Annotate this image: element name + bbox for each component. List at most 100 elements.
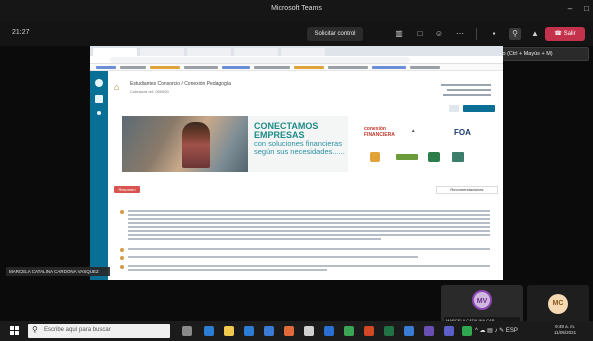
window-title: Microsoft Teams: [271, 5, 322, 12]
paragraph-block: [128, 265, 490, 273]
maximize-button[interactable]: □: [584, 4, 589, 13]
window-controls: – □: [568, 4, 589, 13]
bookmark: [184, 66, 218, 69]
paragraph-block: [128, 256, 490, 260]
app-icon[interactable]: [304, 326, 314, 336]
text-line: [128, 256, 418, 258]
recommendations-tab[interactable]: Recomendaciones: [436, 186, 498, 194]
browser-tab: [187, 48, 231, 56]
shared-screen: ⌂ Estudiantes Consorcio / Conexión Pedag…: [90, 46, 503, 280]
bullet-icon: [120, 265, 124, 269]
reactions-icon[interactable]: ☺: [433, 28, 445, 40]
paragraph-block: [128, 248, 490, 252]
system-clock[interactable]: 9:49 a. m. 11/05/2021: [554, 324, 576, 336]
system-tray[interactable]: ^ ☁ ▤ ♪ ✎ ESP: [475, 327, 518, 334]
chrome-icon[interactable]: [344, 326, 354, 336]
leave-label: Salir: [563, 31, 576, 37]
promo-banner: CONECTAMOS EMPRESAS con soluciones finan…: [122, 116, 348, 172]
share-icon[interactable]: ▲: [529, 28, 541, 40]
microphone-icon[interactable]: ⚲: [509, 28, 521, 40]
windows-taskbar: ⚲ Escribe aquí para buscar ^ ☁ ▤ ♪ ✎ ESP…: [0, 321, 593, 341]
file-explorer-icon[interactable]: [224, 326, 234, 336]
sidebar-user-icon[interactable]: [95, 79, 103, 87]
outlook-icon[interactable]: [404, 326, 414, 336]
search-placeholder: Escribe aquí para buscar: [44, 327, 111, 333]
avatar: MV: [472, 290, 492, 310]
app-icon[interactable]: [462, 326, 472, 336]
meta-line: [441, 84, 491, 86]
meta-line: [447, 89, 491, 91]
bookmark: [328, 66, 368, 69]
leave-button[interactable]: ☎ Salir: [545, 27, 585, 41]
secondary-action-button[interactable]: [449, 105, 459, 112]
bookmarks-bar: [90, 64, 503, 71]
bookmark: [294, 66, 324, 69]
bookmark: [96, 66, 116, 69]
bookmark: [254, 66, 290, 69]
onenote-icon[interactable]: [424, 326, 434, 336]
document-subtitle: Cobranza ref. 000000: [130, 89, 169, 94]
teams-meeting-window: Microsoft Teams – □ 21:27 Solicitar cont…: [0, 0, 593, 341]
edge-icon[interactable]: [204, 326, 214, 336]
bullet-icon: [120, 256, 124, 260]
chat-icon[interactable]: □: [414, 28, 426, 40]
partner-logo: [452, 152, 464, 162]
section-header: Resumen Recomendaciones: [114, 186, 498, 194]
bookmark: [150, 66, 180, 69]
word-icon[interactable]: [324, 326, 334, 336]
camera-icon[interactable]: ▪: [488, 28, 500, 40]
minimize-button[interactable]: –: [568, 4, 572, 13]
text-line: [128, 226, 490, 228]
banner-title: CONECTAMOS EMPRESAS: [254, 121, 319, 140]
store-icon[interactable]: [244, 326, 254, 336]
browser-tab: [281, 48, 325, 56]
bullet-icon: [120, 210, 124, 214]
browser-tab: [140, 48, 184, 56]
text-line: [128, 238, 382, 240]
browser-address-bar: [90, 56, 503, 64]
partner-logo: [370, 152, 380, 162]
bank-logo: ▴: [412, 128, 415, 134]
meeting-toolbar: 21:27 Solicitar control ▥ □ ☺ ⋯ ▪ ⚲ ▲ ☎ …: [0, 22, 593, 46]
meta-line: [443, 94, 491, 96]
conexion-logo: conexión FINANCIERA: [364, 126, 395, 138]
excel-icon[interactable]: [384, 326, 394, 336]
toolbar-divider: [476, 28, 477, 40]
search-icon: ⚲: [32, 325, 38, 334]
primary-action-button[interactable]: [463, 105, 495, 112]
banner-person-image: [182, 122, 210, 168]
partner-logos: conexión FINANCIERA ▴ FOA: [362, 126, 492, 182]
text-line: [128, 234, 490, 236]
banner-text: CONECTAMOS EMPRESAS con soluciones finan…: [254, 122, 348, 156]
people-icon[interactable]: ▥: [393, 28, 405, 40]
text-line: [128, 218, 490, 220]
taskbar-search-box[interactable]: ⚲ Escribe aquí para buscar: [28, 324, 170, 338]
office-icon[interactable]: [284, 326, 294, 336]
browser-tab: [93, 48, 137, 56]
title-bar: Microsoft Teams – □: [0, 0, 593, 22]
teams-icon[interactable]: [444, 326, 454, 336]
section-tag[interactable]: Resumen: [114, 186, 140, 193]
paragraph-block: [128, 210, 490, 242]
mail-icon[interactable]: [264, 326, 274, 336]
bookmark: [120, 66, 146, 69]
text-line: [128, 248, 490, 250]
foa-logo: FOA: [454, 128, 471, 137]
text-line: [128, 222, 490, 224]
powerpoint-icon[interactable]: [364, 326, 374, 336]
page-sidebar: [90, 71, 108, 280]
bookmark: [372, 66, 406, 69]
more-icon[interactable]: ⋯: [454, 28, 466, 40]
bookmark: [410, 66, 440, 69]
sidebar-doc-icon[interactable]: [95, 95, 103, 103]
text-line: [128, 230, 490, 232]
task-view-icon[interactable]: [182, 326, 192, 336]
windows-start-icon[interactable]: [10, 326, 20, 336]
presenter-name-label: MARCELA CATALINA CARDONA VASQUEZ: [6, 267, 110, 276]
browser-tab: [234, 48, 278, 56]
sidebar-dot-icon[interactable]: [97, 111, 101, 115]
text-line: [128, 214, 490, 216]
bookmark: [222, 66, 250, 69]
request-control-button[interactable]: Solicitar control: [307, 27, 363, 41]
banner-subtitle: con soluciones financieras según sus nec…: [254, 139, 345, 156]
